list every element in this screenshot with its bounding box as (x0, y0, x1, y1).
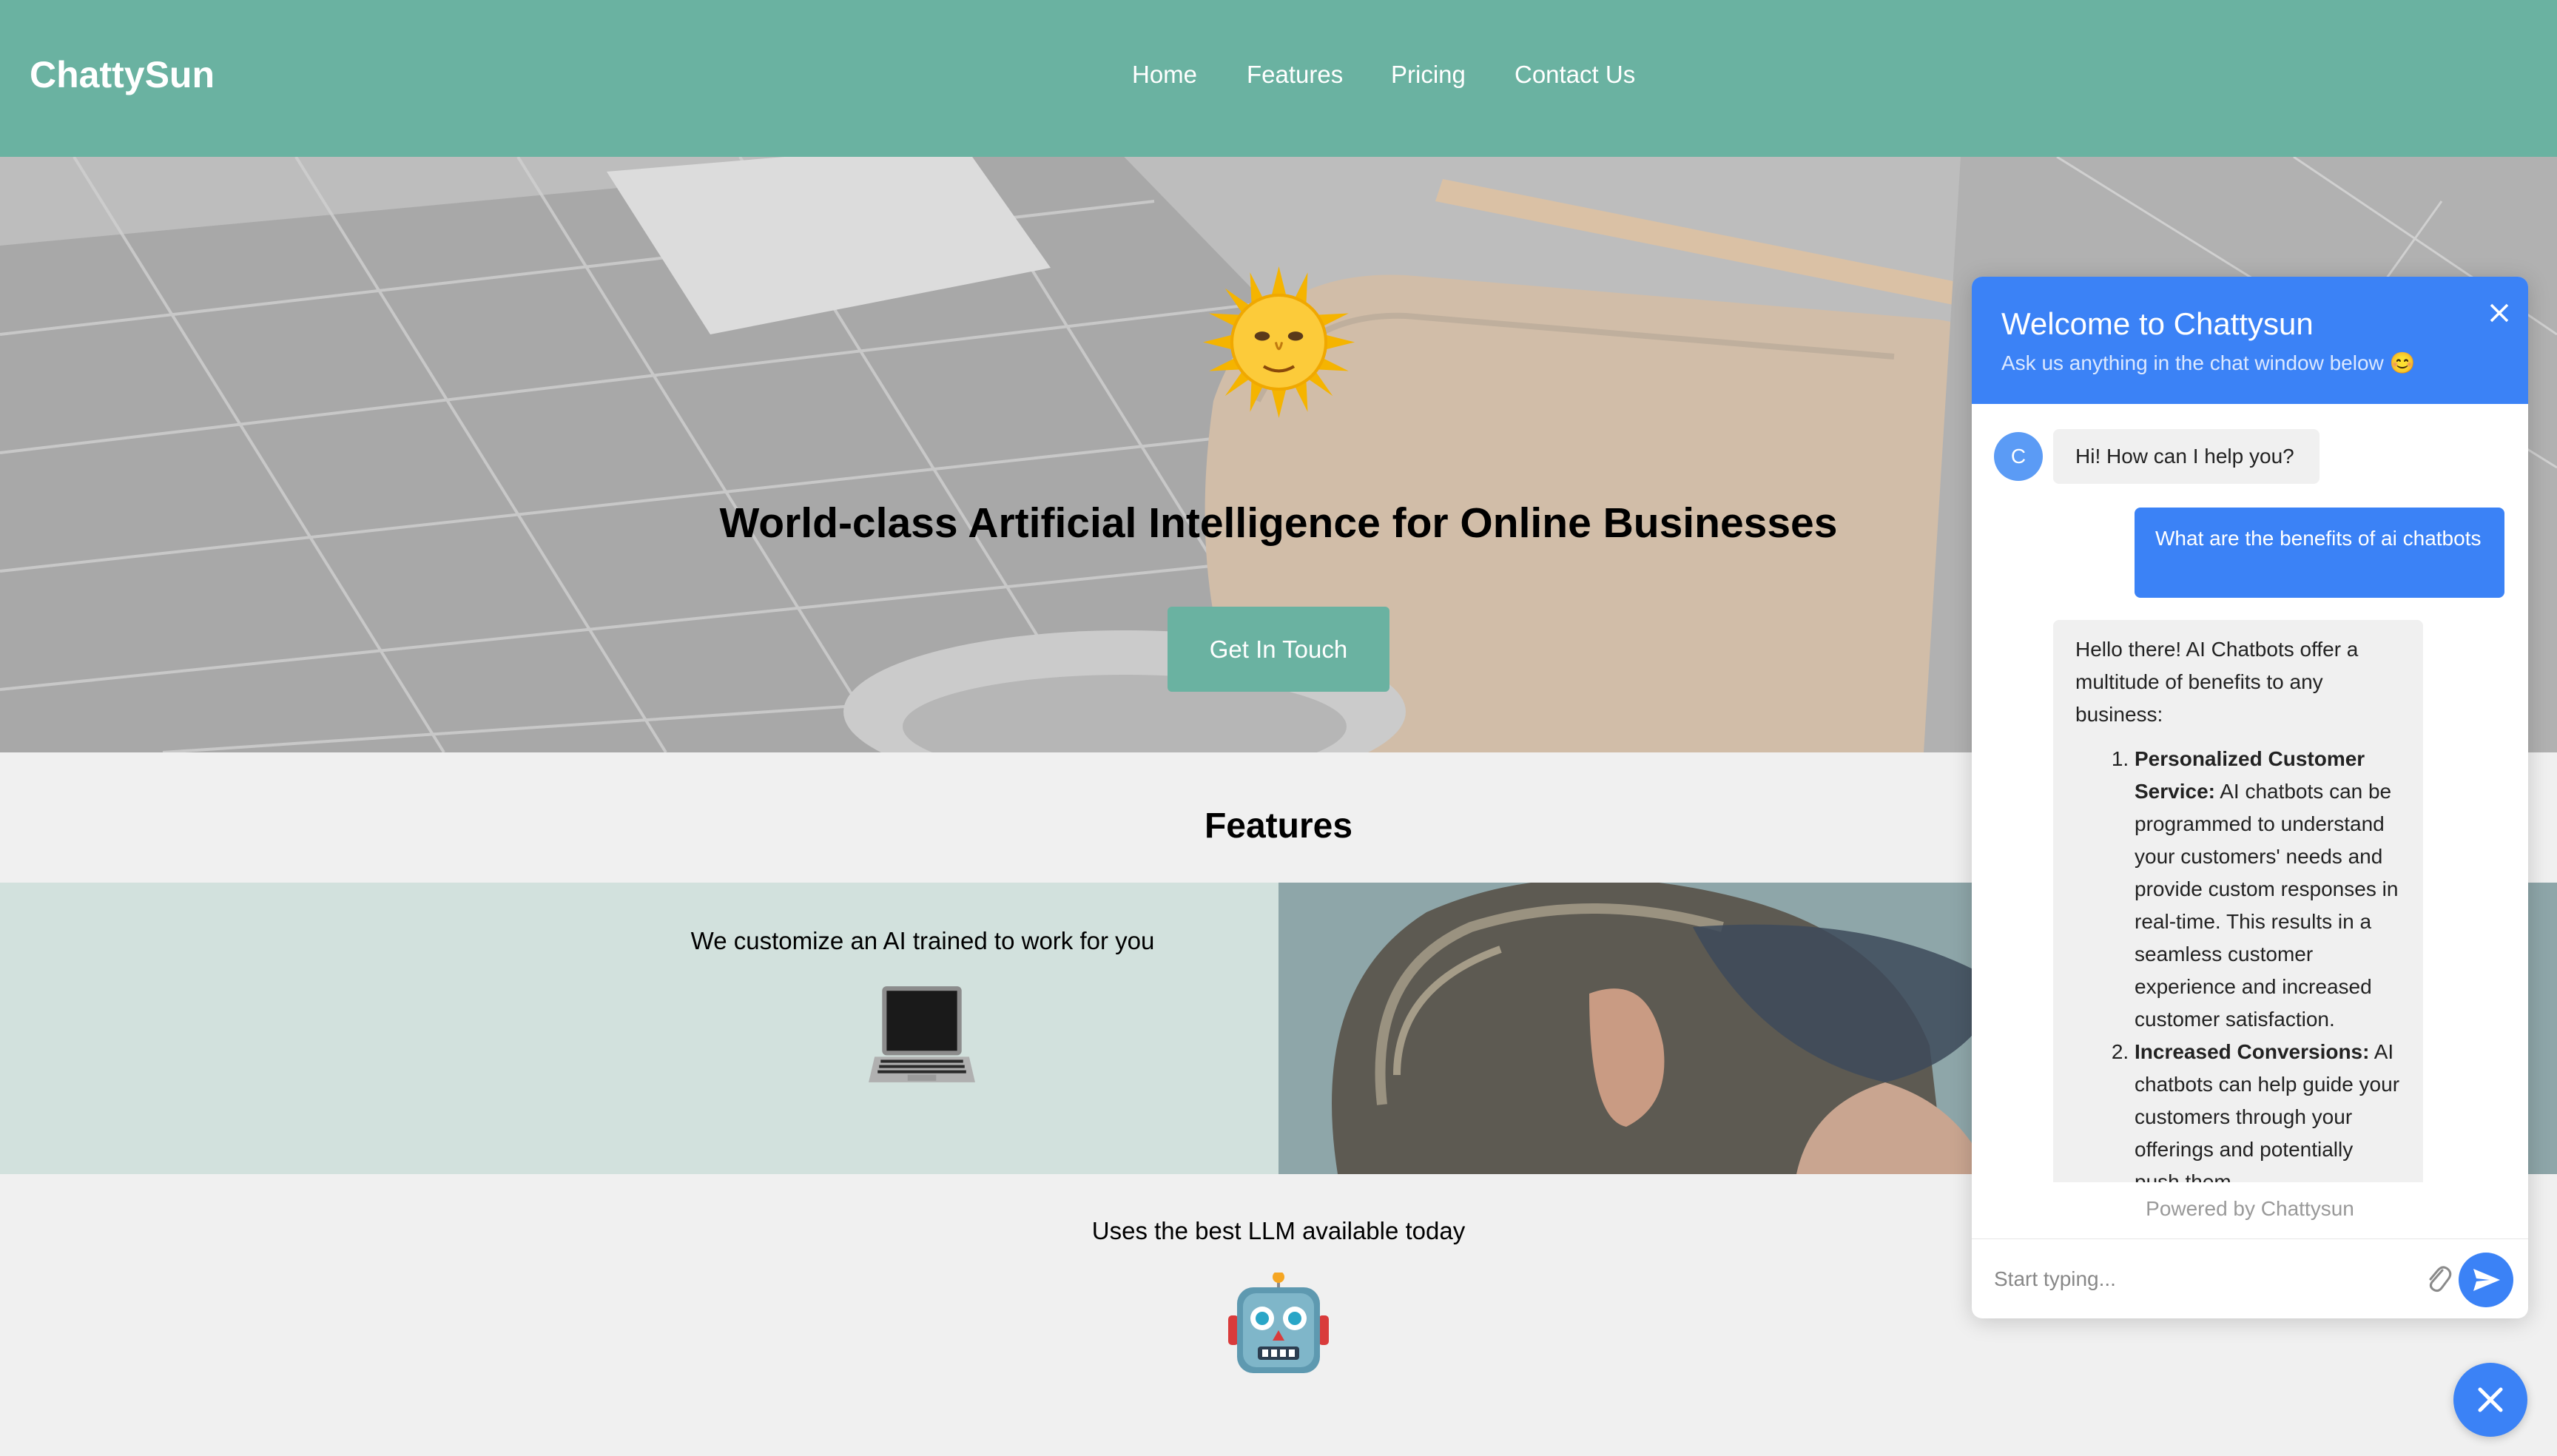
powered-by-label: Powered by Chattysun (2146, 1197, 2354, 1220)
brand-logo[interactable]: ChattySun (30, 53, 215, 96)
send-button[interactable] (2459, 1253, 2513, 1307)
feature-card-1: We customize an AI trained to work for y… (0, 883, 1278, 1174)
get-in-touch-button[interactable]: Get In Touch (1168, 607, 1389, 692)
top-navbar: ChattySun Home Features Pricing Contact … (0, 0, 2557, 157)
nav-link-contact-us[interactable]: Contact Us (1515, 61, 1635, 89)
close-icon[interactable] (2481, 294, 2518, 331)
chat-subtitle: Ask us anything in the chat window below… (2001, 351, 2416, 374)
bot-reply-intro: Hello there! AI Chatbots offer a multitu… (2075, 638, 2359, 726)
chat-widget: Welcome to Chattysun Ask us anything in … (1972, 277, 2528, 1318)
bot-reply-point: Personalized Customer Service: AI chatbo… (2135, 743, 2401, 1036)
user-message: What are the benefits of ai chatbots (2135, 508, 2504, 598)
bot-reply-point-title: Increased Conversions: (2135, 1040, 2370, 1063)
nav-link-home[interactable]: Home (1132, 61, 1197, 89)
chat-header: Welcome to Chattysun Ask us anything in … (1972, 277, 2528, 404)
send-icon (2473, 1269, 2500, 1291)
chat-toggle-button[interactable] (2453, 1363, 2527, 1437)
bot-reply-point-body: AI chatbots can be programmed to underst… (2135, 780, 2399, 1031)
nav-link-pricing[interactable]: Pricing (1391, 61, 1466, 89)
bot-greeting-message: Hi! How can I help you? (2053, 429, 2320, 484)
chat-title: Welcome to Chattysun (2001, 306, 2314, 341)
robot-icon (1228, 1273, 1329, 1373)
landing-page: ChattySun Home Features Pricing Contact … (0, 0, 2557, 1456)
bot-reply-message: Hello there! AI Chatbots offer a multitu… (2053, 620, 2423, 1182)
close-icon (2478, 1387, 2503, 1412)
chat-message-input[interactable] (1994, 1258, 2408, 1300)
chat-input-row (1972, 1238, 2528, 1318)
bot-avatar: C (1994, 432, 2043, 481)
laptop-icon (869, 986, 975, 1082)
bot-reply-list: Personalized Customer Service: AI chatbo… (2075, 743, 2401, 1182)
sun-with-face-icon (1203, 266, 1355, 418)
chat-messages[interactable]: C Hi! How can I help you? What are the b… (1972, 404, 2528, 1218)
bot-reply-point: Increased Conversions: AI chatbots can h… (2135, 1036, 2401, 1182)
nav-link-features[interactable]: Features (1247, 61, 1343, 89)
paperclip-icon[interactable] (2422, 1261, 2454, 1297)
